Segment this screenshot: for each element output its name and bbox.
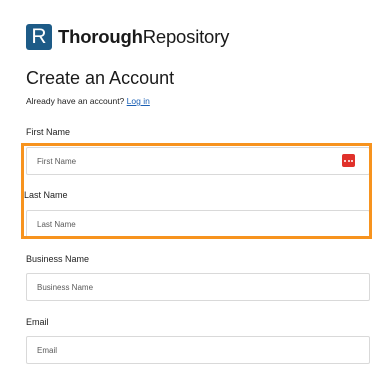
last-name-label: Last Name [24,190,68,200]
dot-icon [351,159,353,162]
login-prompt-text: Already have an account? [26,96,125,106]
first-name-input[interactable] [26,147,370,175]
brand-logo[interactable]: R ThoroughRepository [26,24,229,50]
page-title: Create an Account [26,68,175,88]
dot-icon [344,159,346,162]
business-name-label: Business Name [26,254,90,264]
brand-name: ThoroughRepository [58,26,229,48]
create-account-page: R ThoroughRepository Create an Account A… [0,0,392,367]
brand-name-bold: Thorough [58,26,143,47]
dot-icon [347,159,350,162]
business-name-input[interactable] [26,273,370,301]
last-name-input[interactable] [26,210,370,238]
password-manager-icon[interactable] [342,154,355,167]
email-input[interactable] [26,336,370,364]
logo-icon: R [26,24,52,50]
login-prompt: Already have an account? Log in [26,96,150,106]
first-name-label: First Name [26,127,71,137]
email-label: Email [26,317,49,327]
brand-name-light: Repository [142,26,230,47]
login-link[interactable]: Log in [127,96,150,106]
